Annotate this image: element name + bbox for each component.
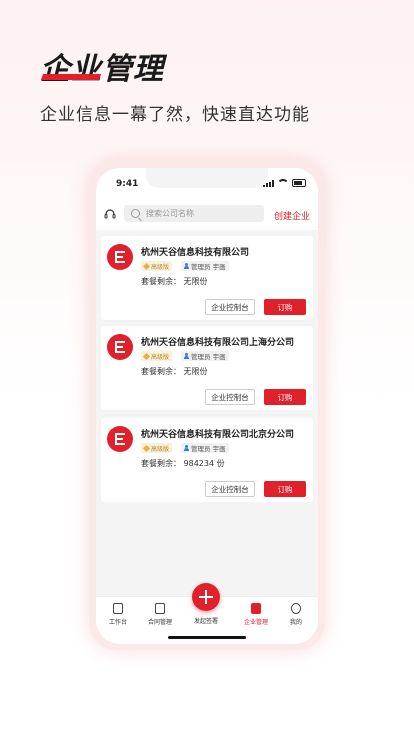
level-badge: 高级版 xyxy=(141,351,173,361)
notch xyxy=(146,168,268,188)
system-icons xyxy=(263,179,306,187)
hero-subtitle: 企业信息一幕了然，快速直达功能 xyxy=(40,105,310,125)
person-icon xyxy=(184,445,189,451)
smile-icon xyxy=(291,603,301,614)
headset-icon[interactable] xyxy=(104,208,116,220)
buy-button[interactable]: 订购 xyxy=(264,389,306,405)
level-label: 高级版 xyxy=(151,353,170,361)
create-enterprise-button[interactable]: 创建企业 xyxy=(274,209,310,222)
hero-title: 企业管理 xyxy=(40,52,164,87)
person-icon xyxy=(184,263,189,269)
admin-badge: 管理员 宇画 xyxy=(181,261,229,271)
battery-icon xyxy=(292,179,306,187)
signal-icon xyxy=(263,179,274,187)
enterprise-console-button[interactable]: 企业控制台 xyxy=(205,299,255,315)
hero-title-underline xyxy=(40,74,102,80)
home-indicator xyxy=(168,636,246,639)
start-signing-label: 发起签署 xyxy=(193,618,218,625)
search-icon xyxy=(131,209,140,218)
admin-label: 管理员 宇画 xyxy=(191,263,226,271)
quota-text: 套餐剩余： 984234 份 xyxy=(141,459,225,468)
level-badge: 高级版 xyxy=(141,443,173,453)
contract-icon xyxy=(155,603,165,614)
company-logo xyxy=(107,334,133,360)
buy-button[interactable]: 订购 xyxy=(264,299,306,315)
company-name: 杭州天谷信息科技有限公司上海分公司 xyxy=(141,338,295,348)
quota-text: 套餐剩余： 无限份 xyxy=(141,367,208,376)
company-card[interactable]: 杭州天谷信息科技有限公司 高级版 管理员 宇画 套餐剩余： 无限份 企业控制台 … xyxy=(101,236,313,320)
tab-mine[interactable]: 我的 xyxy=(276,603,316,626)
tab-contracts[interactable]: 合同管理 xyxy=(140,603,180,626)
search-placeholder: 搜索公司名称 xyxy=(146,209,194,218)
company-name: 杭州天谷信息科技有限公司北京分公司 xyxy=(141,430,295,440)
search-input[interactable]: 搜索公司名称 xyxy=(124,205,264,222)
diamond-icon xyxy=(142,352,151,360)
phone-screen: 9:41 搜索公司名称 创建企业 杭州天谷信息科技有限公司 高级版 管理员 宇画… xyxy=(96,168,318,644)
company-name: 杭州天谷信息科技有限公司 xyxy=(141,248,250,258)
top-bar: 搜索公司名称 创建企业 xyxy=(96,200,318,230)
tab-label: 工作台 xyxy=(108,619,127,626)
status-bar: 9:41 xyxy=(96,168,318,200)
company-logo xyxy=(107,244,133,270)
quota-text: 套餐剩余： 无限份 xyxy=(141,277,208,286)
tab-workbench[interactable]: 工作台 xyxy=(98,603,138,626)
admin-badge: 管理员 宇画 xyxy=(181,443,229,453)
tab-label: 合同管理 xyxy=(147,619,172,626)
enterprise-console-button[interactable]: 企业控制台 xyxy=(205,389,255,405)
company-card[interactable]: 杭州天谷信息科技有限公司上海分公司 高级版 管理员 宇画 套餐剩余： 无限份 企… xyxy=(101,326,313,410)
tab-label: 我的 xyxy=(289,619,302,626)
tab-label: 企业管理 xyxy=(243,619,268,626)
admin-badge: 管理员 宇画 xyxy=(181,351,229,361)
status-time: 9:41 xyxy=(116,179,139,189)
wifi-icon xyxy=(277,179,289,187)
company-logo xyxy=(107,426,133,452)
level-badge: 高级版 xyxy=(141,261,173,271)
start-signing-button[interactable] xyxy=(192,583,220,611)
desk-icon xyxy=(113,603,123,614)
admin-label: 管理员 宇画 xyxy=(191,353,226,361)
admin-label: 管理员 宇画 xyxy=(191,445,226,453)
person-icon xyxy=(184,353,189,359)
buy-button[interactable]: 订购 xyxy=(264,481,306,497)
enterprise-icon xyxy=(251,603,261,614)
tab-enterprise[interactable]: 企业管理 xyxy=(236,603,276,626)
company-card[interactable]: 杭州天谷信息科技有限公司北京分公司 高级版 管理员 宇画 套餐剩余： 98423… xyxy=(101,418,313,502)
level-label: 高级版 xyxy=(151,263,170,271)
level-label: 高级版 xyxy=(151,445,170,453)
enterprise-console-button[interactable]: 企业控制台 xyxy=(205,481,255,497)
diamond-icon xyxy=(142,444,151,452)
diamond-icon xyxy=(142,262,151,270)
